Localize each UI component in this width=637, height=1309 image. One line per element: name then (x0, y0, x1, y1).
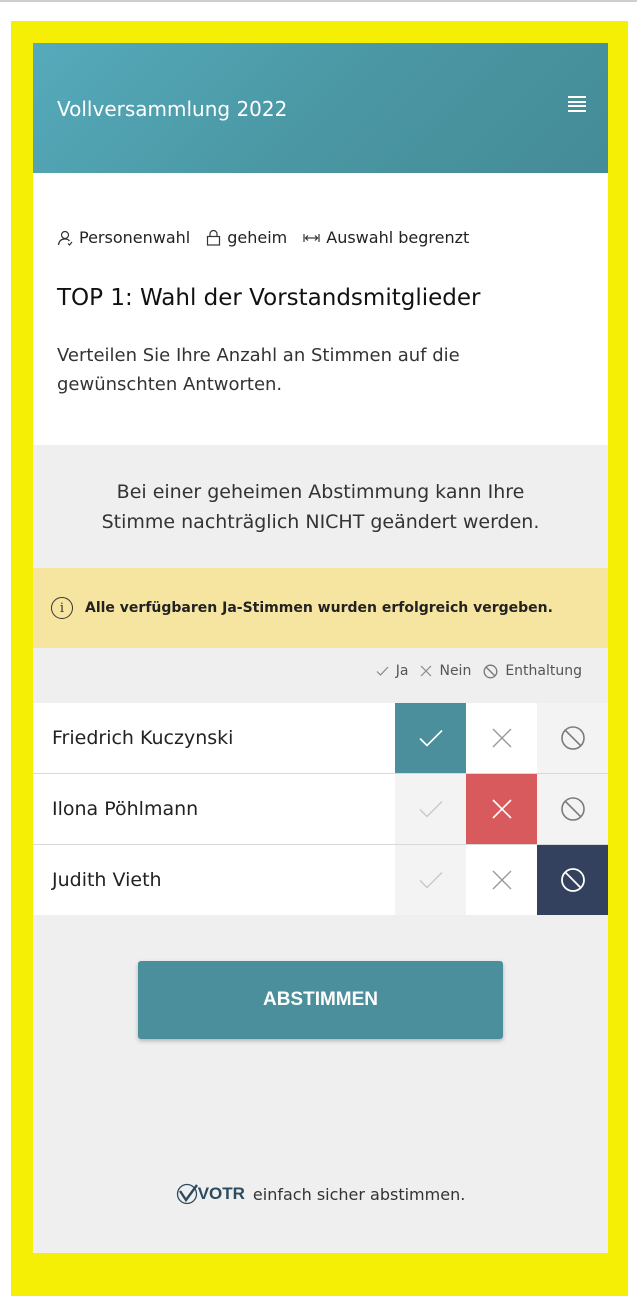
vote-abstain-button[interactable] (537, 845, 608, 915)
votr-logo-icon (176, 1183, 198, 1205)
legend-yes: Ja (376, 663, 409, 679)
vote-yes-button[interactable] (395, 774, 466, 844)
vote-yes-button[interactable] (395, 703, 466, 773)
abstain-icon (560, 797, 585, 821)
menu-icon[interactable] (568, 96, 586, 112)
vote-abstain-button[interactable] (537, 774, 608, 844)
tag-label: Auswahl begrenzt (326, 228, 470, 247)
range-icon (303, 233, 320, 242)
success-text: Alle verfügbaren Ja-Stimmen wurden erfol… (85, 600, 553, 616)
check-icon (376, 666, 389, 676)
legend-no: Nein (420, 663, 471, 679)
check-icon (419, 801, 442, 818)
vote-no-button[interactable] (466, 845, 537, 915)
footer-tagline: einfach sicher abstimmen. (252, 1184, 466, 1204)
question-title: TOP 1: Wahl der Vorstandsmitglieder (57, 285, 481, 311)
secret-vote-notice: Bei einer geheimen Abstimmung kann Ihre … (33, 445, 608, 568)
highlight-frame: Vollversammlung 2022 Personenwahl geheim… (11, 21, 628, 1296)
tag-personenwahl: Personenwahl (57, 228, 190, 247)
app-header: Vollversammlung 2022 (33, 43, 608, 173)
candidate-row: Ilona Pöhlmann (33, 774, 608, 845)
cross-icon (492, 728, 511, 748)
candidate-name: Ilona Pöhlmann (52, 798, 199, 820)
tag-label: geheim (227, 228, 288, 247)
vote-no-button[interactable] (466, 774, 537, 844)
secret-vote-text: Bei einer geheimen Abstimmung kann Ihre … (101, 480, 540, 533)
vote-yes-button[interactable] (395, 845, 466, 915)
info-icon: i (51, 597, 73, 619)
question-tags: Personenwahl geheim Auswahl begrenzt (57, 228, 485, 247)
legend-yes-label: Ja (395, 663, 409, 679)
vote-legend: Ja Nein Enthaltung (364, 663, 582, 679)
vote-abstain-button[interactable] (537, 703, 608, 773)
legend-abstain: Enthaltung (483, 663, 582, 679)
question-intro: Personenwahl geheim Auswahl begrenzt TOP… (33, 173, 608, 445)
cross-icon (491, 799, 512, 819)
votr-logo: VOTR (176, 1183, 245, 1205)
candidate-list: Friedrich Kuczynski Ilona Pöhlmann Judit… (33, 703, 608, 915)
check-icon (418, 729, 443, 747)
candidate-name: Friedrich Kuczynski (52, 727, 234, 749)
footer: VOTR einfach sicher abstimmen. (33, 1183, 608, 1205)
success-banner: i Alle verfügbaren Ja-Stimmen wurden erf… (33, 568, 608, 648)
abstain-icon (560, 868, 585, 892)
abstain-icon (560, 726, 585, 750)
candidate-name: Judith Vieth (52, 869, 162, 891)
legend-abstain-label: Enthaltung (505, 663, 582, 679)
brand-label: VOTR (197, 1184, 245, 1203)
cross-icon (421, 665, 432, 677)
tag-label: Personenwahl (79, 228, 191, 247)
candidate-row: Judith Vieth (33, 845, 608, 915)
check-icon (419, 872, 442, 889)
abstain-icon (483, 664, 498, 678)
legend-no-label: Nein (439, 663, 472, 679)
top-divider (0, 0, 637, 2)
submit-vote-button[interactable]: ABSTIMMEN (138, 961, 503, 1039)
tag-auswahl-begrenzt: Auswahl begrenzt (303, 228, 469, 247)
tag-geheim: geheim (206, 228, 287, 247)
question-description: Verteilen Sie Ihre Anzahl an Stimmen auf… (57, 345, 460, 395)
cross-icon (492, 870, 511, 890)
lock-icon (207, 229, 221, 246)
person-icon (57, 230, 73, 246)
app-screen: Vollversammlung 2022 Personenwahl geheim… (33, 43, 608, 1253)
candidate-row: Friedrich Kuczynski (33, 703, 608, 774)
vote-no-button[interactable] (466, 703, 537, 773)
header-title: Vollversammlung 2022 (57, 97, 288, 121)
